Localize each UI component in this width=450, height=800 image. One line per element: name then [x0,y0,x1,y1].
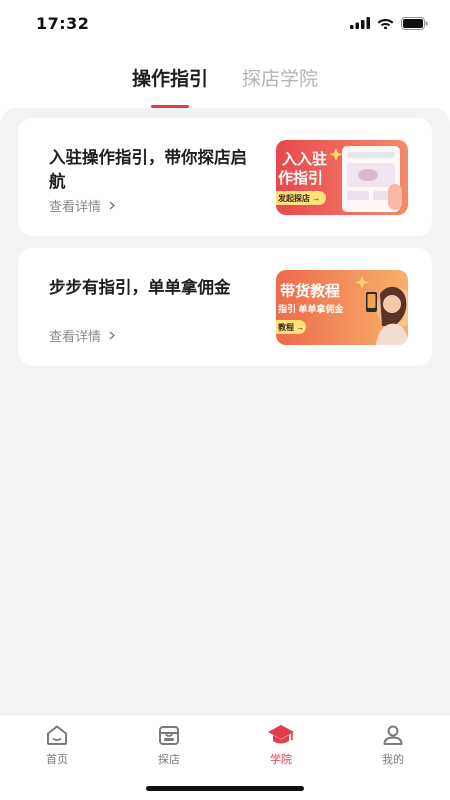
tab-bar: 操作指引 探店学院 [0,60,450,108]
signal-icon [350,17,370,29]
nav-item-academy[interactable]: 学院 [236,723,326,767]
tab-operation-guide[interactable]: 操作指引 [132,60,208,108]
thumb-line2: 指引 单单拿佣金 [278,303,345,314]
chevron-right-icon [109,331,116,340]
store-icon [159,726,179,745]
battery-icon [401,16,428,30]
nav-label: 学院 [270,753,292,766]
thumb-button: 教程 → [277,322,304,332]
status-bar: 17:32 [0,0,450,46]
card-thumbnail: 带货教程 指引 单单拿佣金 教程 → [276,270,408,345]
thumb-button: 发起探店 → [277,193,320,203]
nav-item-profile[interactable]: 我的 [348,723,438,767]
nav-label: 探店 [158,753,180,766]
thumb-line1: 带货教程 [280,282,340,300]
graduation-cap-icon [268,725,294,744]
tab-label: 探店学院 [242,68,319,90]
nav-item-home[interactable]: 首页 [12,723,102,767]
onboarding-banner-image: 入入驻 作指引 发起探店 → [276,140,408,215]
bottom-nav: 首页 探店 学院 我的 [0,714,450,800]
home-indicator[interactable] [146,786,304,791]
home-icon [47,725,67,745]
thumb-line1: 入入驻 [282,150,327,168]
nav-label: 我的 [382,753,404,766]
nav-label: 首页 [46,753,68,766]
card-thumbnail: 入入驻 作指引 发起探店 → [276,140,408,215]
sales-tutorial-banner-image: 带货教程 指引 单单拿佣金 教程 → [276,270,408,345]
wifi-icon [377,19,394,29]
link-label: 查看详情 [49,200,102,215]
status-icons [350,16,428,30]
view-details-link[interactable]: 查看详情 [49,326,116,345]
thumb-line2: 作指引 [278,169,323,187]
profile-icon [383,725,403,745]
nav-item-store[interactable]: 探店 [124,723,214,767]
guide-card[interactable]: 步步有指引，单单拿佣金 查看详情 带货教程 指引 单单拿佣金 教程 → [18,248,432,366]
link-label: 查看详情 [49,330,102,345]
tab-store-academy[interactable]: 探店学院 [242,60,318,108]
content-area: 入驻操作指引，带你探店启航 查看详情 入入驻 作指引 发起探店 → 步步有指引，… [0,108,450,714]
status-time: 17:32 [36,13,90,33]
chevron-right-icon [109,201,116,210]
card-title: 入驻操作指引，带你探店启航 [49,148,247,191]
guide-card[interactable]: 入驻操作指引，带你探店启航 查看详情 入入驻 作指引 发起探店 → [18,118,432,236]
tab-label: 操作指引 [131,68,208,90]
view-details-link[interactable]: 查看详情 [49,196,116,215]
card-title: 步步有指引，单单拿佣金 [49,278,231,297]
